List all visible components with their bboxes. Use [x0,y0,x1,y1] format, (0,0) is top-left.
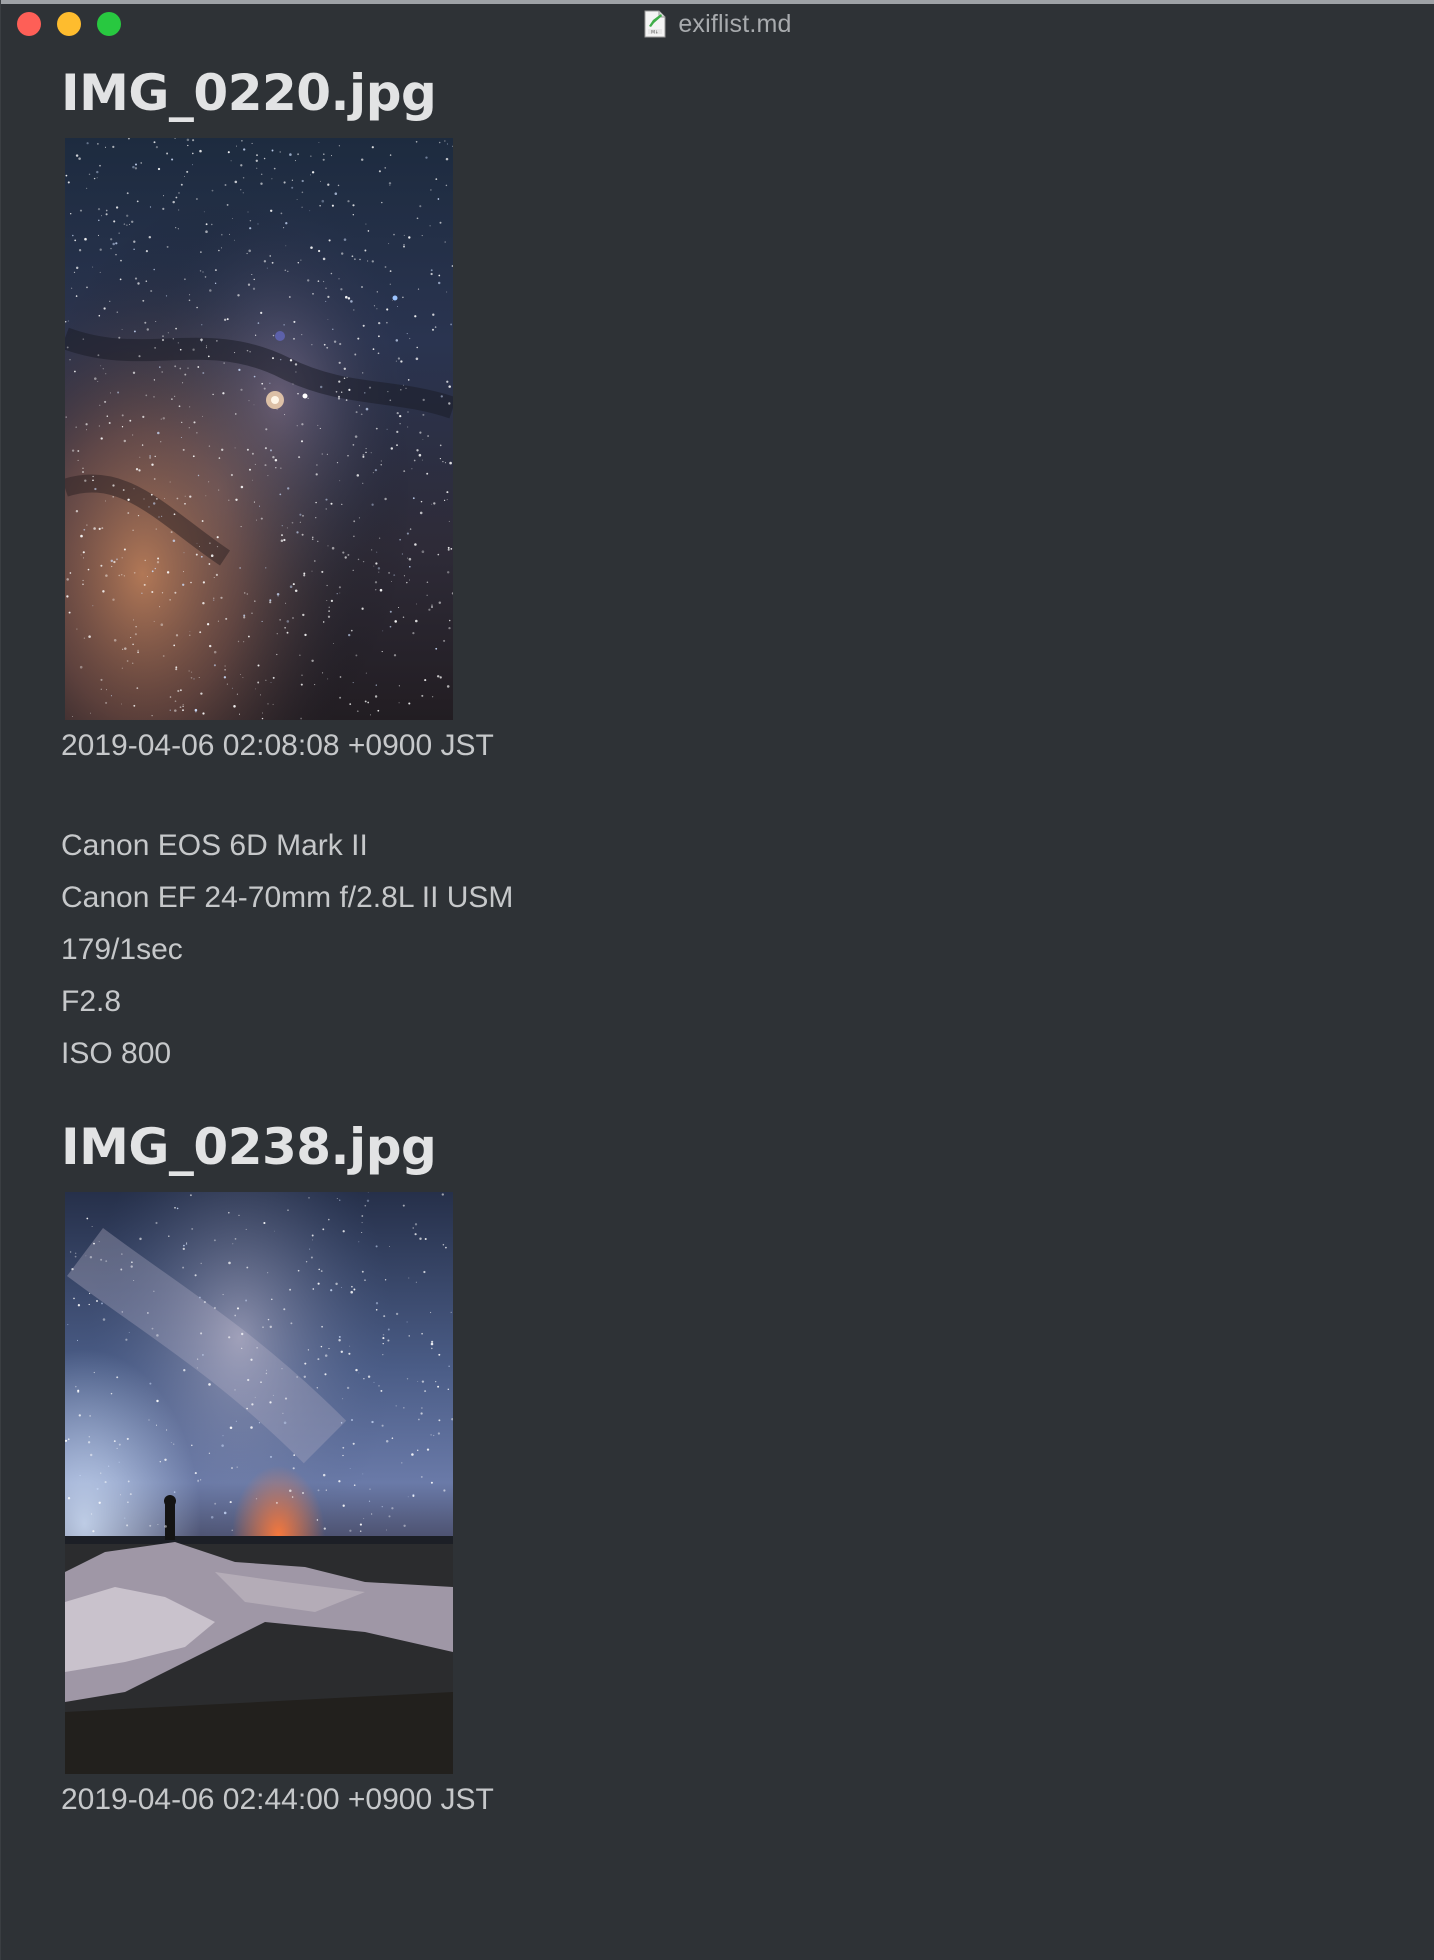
editor-window: M↓ exiflist.md IMG_0220.jpg 2019-04-06 0… [0,0,1434,1960]
window-title-text: exiflist.md [678,9,792,38]
exif-entry: IMG_0220.jpg 2019-04-06 02:08:08 +0900 J… [61,48,1361,1080]
svg-text:M↓: M↓ [652,30,660,36]
entry-datetime: 2019-04-06 02:08:08 +0900 JST [61,729,494,762]
milky-way-core-starfield-photo [65,138,453,720]
entry-iso: ISO 800 [61,1037,172,1070]
entry-shutter-speed: 179/1sec [61,933,183,966]
entry-filename-heading: IMG_0238.jpg [61,1118,437,1176]
markdown-document-icon: M↓ [644,10,666,38]
entry-camera: Canon EOS 6D Mark II [61,829,368,862]
menu-bar-edge [1,0,1434,4]
entry-datetime: 2019-04-06 02:44:00 +0900 JST [61,1783,494,1816]
document-content: IMG_0220.jpg 2019-04-06 02:08:08 +0900 J… [61,48,1361,1826]
exif-entry: IMG_0238.jpg 2019-04-06 02:44:00 +0900 J… [61,1102,1361,1826]
entry-aperture: F2.8 [61,985,122,1018]
title-bar: M↓ exiflist.md [1,0,1434,48]
entry-lens: Canon EF 24-70mm f/2.8L II USM [61,881,514,914]
milky-way-over-rocky-shore-with-silhouette-photo [65,1192,453,1774]
entry-filename-heading: IMG_0220.jpg [61,64,437,122]
window-title: M↓ exiflist.md [1,8,1434,40]
